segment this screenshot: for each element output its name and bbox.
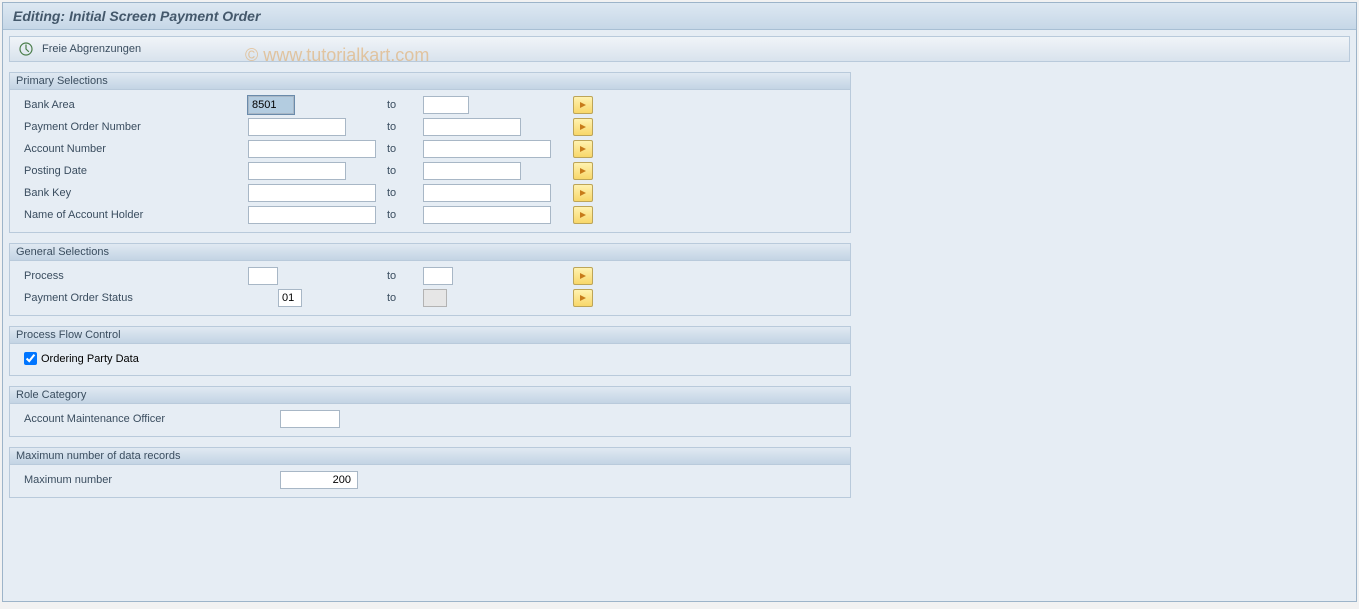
bank-key-from-input[interactable] — [248, 184, 376, 202]
label-po-number: Payment Order Number — [18, 121, 248, 133]
row-posting-date: Posting Date to — [18, 160, 842, 182]
label-bank-area: Bank Area — [18, 99, 248, 111]
po-status-from-input[interactable] — [278, 289, 302, 307]
to-label: to — [383, 99, 423, 111]
group-title-flow: Process Flow Control — [10, 327, 850, 344]
multi-select-button[interactable] — [573, 184, 593, 202]
holder-from-input[interactable] — [248, 206, 376, 224]
bank-area-from-input[interactable] — [248, 96, 294, 114]
execute-icon[interactable] — [18, 41, 34, 57]
multi-select-button[interactable] — [573, 118, 593, 136]
row-ordering-party: Ordering Party Data — [18, 348, 842, 369]
group-title-role: Role Category — [10, 387, 850, 404]
label-account-maint-officer: Account Maintenance Officer — [18, 413, 280, 425]
to-label: to — [383, 187, 423, 199]
label-bank-key: Bank Key — [18, 187, 248, 199]
content-area: Primary Selections Bank Area to Payment … — [3, 72, 1356, 498]
multi-select-button[interactable] — [573, 96, 593, 114]
po-status-to-input — [423, 289, 447, 307]
multi-select-button[interactable] — [573, 289, 593, 307]
group-title-general: General Selections — [10, 244, 850, 261]
bank-key-to-input[interactable] — [423, 184, 551, 202]
app-toolbar: Freie Abgrenzungen — [9, 36, 1350, 62]
to-label: to — [383, 270, 423, 282]
ordering-party-checkbox[interactable] — [24, 352, 37, 365]
bank-area-to-input[interactable] — [423, 96, 469, 114]
to-label: to — [383, 143, 423, 155]
to-label: to — [383, 292, 423, 304]
group-primary-selections: Primary Selections Bank Area to Payment … — [9, 72, 851, 233]
max-number-input[interactable] — [280, 471, 358, 489]
label-process: Process — [18, 270, 248, 282]
multi-select-button[interactable] — [573, 162, 593, 180]
label-account-holder: Name of Account Holder — [18, 209, 248, 221]
posting-date-from-input[interactable] — [248, 162, 346, 180]
posting-date-to-input[interactable] — [423, 162, 521, 180]
group-role-category: Role Category Account Maintenance Office… — [9, 386, 851, 437]
row-payment-order-status: Payment Order Status to — [18, 287, 842, 309]
to-label: to — [383, 121, 423, 133]
account-from-input[interactable] — [248, 140, 376, 158]
label-po-status: Payment Order Status — [18, 292, 248, 304]
po-number-from-input[interactable] — [248, 118, 346, 136]
group-general-selections: General Selections Process to Payment Or… — [9, 243, 851, 316]
toolbar-item-freie[interactable]: Freie Abgrenzungen — [42, 43, 141, 55]
multi-select-button[interactable] — [573, 206, 593, 224]
row-max-number: Maximum number — [18, 469, 842, 491]
label-ordering-party: Ordering Party Data — [41, 353, 139, 365]
account-maint-officer-input[interactable] — [280, 410, 340, 428]
page-title: Editing: Initial Screen Payment Order — [3, 3, 1356, 30]
to-label: to — [383, 165, 423, 177]
multi-select-button[interactable] — [573, 267, 593, 285]
row-account-holder: Name of Account Holder to — [18, 204, 842, 226]
group-title-max: Maximum number of data records — [10, 448, 850, 465]
row-bank-key: Bank Key to — [18, 182, 842, 204]
row-bank-area: Bank Area to — [18, 94, 842, 116]
group-max-records: Maximum number of data records Maximum n… — [9, 447, 851, 498]
group-process-flow-control: Process Flow Control Ordering Party Data — [9, 326, 851, 376]
multi-select-button[interactable] — [573, 140, 593, 158]
holder-to-input[interactable] — [423, 206, 551, 224]
process-from-input[interactable] — [248, 267, 278, 285]
row-account-maint-officer: Account Maintenance Officer — [18, 408, 842, 430]
account-to-input[interactable] — [423, 140, 551, 158]
app-window: Editing: Initial Screen Payment Order Fr… — [2, 2, 1357, 602]
process-to-input[interactable] — [423, 267, 453, 285]
label-posting-date: Posting Date — [18, 165, 248, 177]
to-label: to — [383, 209, 423, 221]
label-account-number: Account Number — [18, 143, 248, 155]
po-number-to-input[interactable] — [423, 118, 521, 136]
row-payment-order-number: Payment Order Number to — [18, 116, 842, 138]
row-process: Process to — [18, 265, 842, 287]
row-account-number: Account Number to — [18, 138, 842, 160]
label-max-number: Maximum number — [18, 474, 280, 486]
group-title-primary: Primary Selections — [10, 73, 850, 90]
